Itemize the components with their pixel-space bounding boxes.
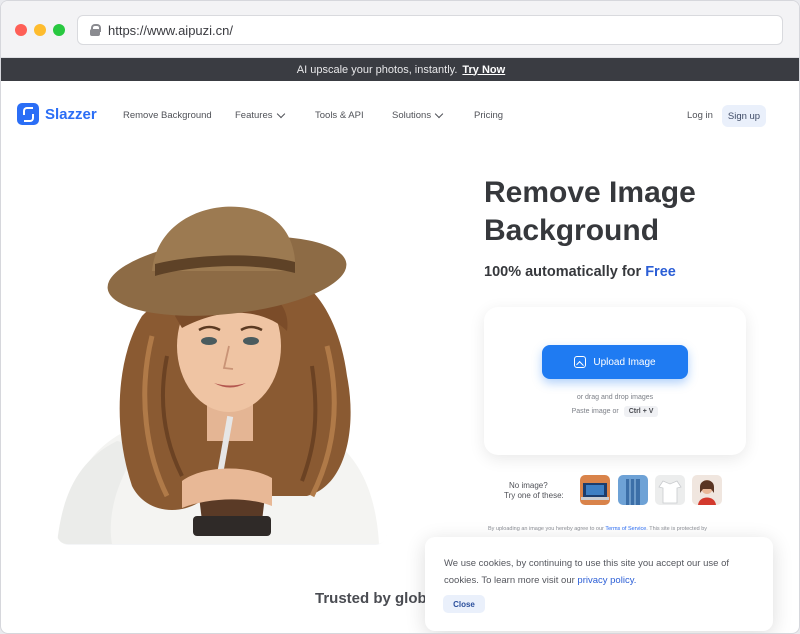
sample-thumb-shirt[interactable]: [655, 475, 685, 505]
browser-window: https://www.aipuzi.cn/ AI upscale your p…: [0, 0, 800, 634]
headline-line-2: Background: [484, 214, 660, 247]
nav-item-pricing[interactable]: Pricing: [474, 110, 503, 121]
signup-button[interactable]: Sign up: [722, 105, 766, 127]
address-bar[interactable]: https://www.aipuzi.cn/: [77, 15, 783, 45]
chevron-down-icon: [434, 109, 444, 119]
sample-prompt: No image? Try one of these:: [504, 481, 564, 501]
maximize-window-button[interactable]: [53, 24, 65, 36]
upload-card[interactable]: Upload Image or drag and drop images Pas…: [484, 307, 746, 455]
try-now-link[interactable]: Try Now: [462, 64, 505, 76]
sample-prompt-line-1: No image?: [509, 481, 548, 490]
terms-suffix: . This site is protected by: [646, 526, 708, 532]
slazzer-logo-icon: [17, 103, 39, 125]
upload-button-label: Upload Image: [593, 356, 656, 368]
nav-item-label: Tools & API: [315, 110, 364, 121]
subtitle-prefix: 100% automatically for: [484, 264, 642, 280]
paste-hint: Paste image or Ctrl + V: [484, 406, 746, 417]
brand-name: Slazzer: [45, 105, 97, 123]
nav-item-label: Features: [235, 110, 273, 121]
top-nav: Slazzer Remove Background Features Tools…: [1, 81, 799, 149]
terms-of-service-link[interactable]: Terms of Service: [605, 526, 646, 532]
trusted-heading: Trusted by glob: [315, 590, 427, 607]
headline-line-1: Remove Image: [484, 176, 696, 209]
paste-hint-text: Paste image or: [571, 408, 619, 415]
brand-logo[interactable]: Slazzer: [17, 103, 97, 125]
sample-thumb-building[interactable]: [618, 475, 648, 505]
cookie-close-button[interactable]: Close: [443, 595, 485, 613]
nav-item-features[interactable]: Features: [235, 109, 285, 121]
nav-item-label: Solutions: [392, 110, 432, 121]
upload-image-button[interactable]: Upload Image: [542, 345, 688, 379]
sample-thumb-woman[interactable]: [692, 475, 722, 505]
browser-chrome: https://www.aipuzi.cn/: [1, 1, 799, 58]
page-title: Remove Image Background: [484, 174, 784, 250]
nav-item-label: Pricing: [474, 110, 504, 121]
announcement-bar: AI upscale your photos, instantly. Try N…: [1, 58, 799, 81]
login-link[interactable]: Log in: [687, 110, 713, 121]
chevron-down-icon: [276, 109, 285, 119]
privacy-policy-link[interactable]: privacy policy.: [577, 575, 636, 586]
cookie-banner: We use cookies, by continuing to use thi…: [425, 537, 773, 631]
subtitle-free: Free: [645, 264, 676, 280]
lock-icon: [90, 24, 101, 36]
sample-prompt-line-2: Try one of these:: [504, 491, 564, 500]
close-window-button[interactable]: [15, 24, 27, 36]
cookie-message: We use cookies, by continuing to use thi…: [444, 555, 754, 589]
image-upload-icon: [574, 356, 587, 368]
terms-notice: By uploading an image you hereby agree t…: [488, 526, 748, 532]
nav-item-solutions[interactable]: Solutions: [392, 109, 444, 121]
minimize-window-button[interactable]: [34, 24, 46, 36]
sample-thumb-laptop[interactable]: [580, 475, 610, 505]
hero-woman-image: [57, 196, 387, 544]
paste-shortcut-badge: Ctrl + V: [623, 406, 659, 417]
announcement-text: AI upscale your photos, instantly.: [296, 63, 458, 76]
nav-item-label: Remove Background: [123, 110, 212, 121]
nav-item-remove-background[interactable]: Remove Background: [123, 110, 212, 121]
hero-subtitle: 100% automatically for Free: [484, 264, 676, 280]
drag-drop-hint: or drag and drop images: [576, 394, 654, 401]
terms-prefix: By uploading an image you hereby agree t…: [488, 526, 604, 532]
nav-item-tools-api[interactable]: Tools & API: [315, 110, 364, 121]
url-text: https://www.aipuzi.cn/: [108, 22, 233, 38]
